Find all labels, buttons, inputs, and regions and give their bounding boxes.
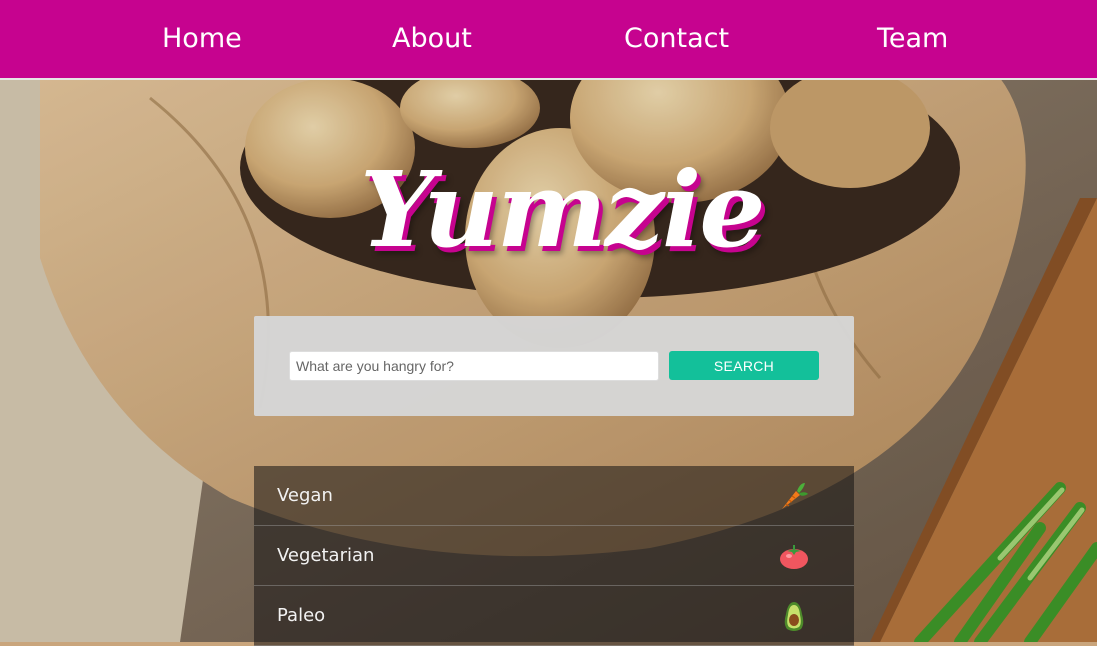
- tomato-icon: [780, 545, 808, 569]
- diet-item-paleo[interactable]: Paleo: [254, 586, 854, 646]
- diet-item-vegan[interactable]: Vegan: [254, 466, 854, 526]
- diet-item-label: Vegetarian: [277, 545, 375, 566]
- avocado-icon: [784, 602, 804, 631]
- nav-contact-link[interactable]: Contact: [624, 20, 729, 58]
- carrot-icon: [782, 483, 808, 509]
- diet-item-label: Vegan: [277, 485, 333, 506]
- brand-logo: Yumzie: [360, 148, 766, 271]
- search-panel: SEARCH: [254, 316, 854, 416]
- diet-item-label: Paleo: [277, 605, 326, 626]
- nav-about-link[interactable]: About: [392, 20, 472, 58]
- search-button[interactable]: SEARCH: [669, 351, 819, 380]
- diet-item-vegetarian[interactable]: Vegetarian: [254, 526, 854, 586]
- search-input[interactable]: [289, 351, 659, 381]
- nav-team-link[interactable]: Team: [877, 20, 948, 58]
- nav-home-link[interactable]: Home: [162, 20, 242, 58]
- diet-category-list: Vegan Vegetarian Paleo: [254, 466, 854, 646]
- top-navbar: Home About Contact Team: [0, 0, 1097, 80]
